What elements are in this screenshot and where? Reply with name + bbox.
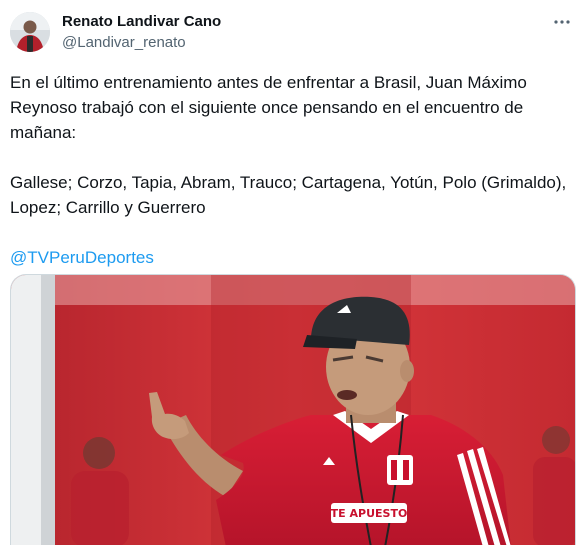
tweet-text-line: En el último entrenamiento antes de enfr… xyxy=(10,73,527,92)
tweet-card: Renato Landivar Cano @Landivar_renato En… xyxy=(0,0,588,545)
tweet-text-line: Reynoso trabajó con el siguiente once pe… xyxy=(10,98,524,117)
author-name[interactable]: Renato Landivar Cano xyxy=(62,12,221,32)
more-horizontal-icon[interactable] xyxy=(548,10,576,34)
tweet-text-line: mañana: xyxy=(10,123,77,142)
shirt-sponsor-text: TE APUESTO xyxy=(331,507,408,520)
tweet-photo[interactable]: TE APUESTO xyxy=(10,274,576,545)
tweet-text-line: Gallese; Corzo, Tapia, Abram, Trauco; Ca… xyxy=(10,173,567,192)
tweet-author: Renato Landivar Cano @Landivar_renato xyxy=(62,12,221,53)
author-handle[interactable]: @Landivar_renato xyxy=(62,33,221,53)
mention-link[interactable]: @TVPeruDeportes xyxy=(10,248,154,267)
tweet-text-line: Lopez; Carrillo y Guerrero xyxy=(10,198,206,217)
avatar[interactable] xyxy=(10,12,50,52)
tweet-text: En el último entrenamiento antes de enfr… xyxy=(10,70,578,270)
